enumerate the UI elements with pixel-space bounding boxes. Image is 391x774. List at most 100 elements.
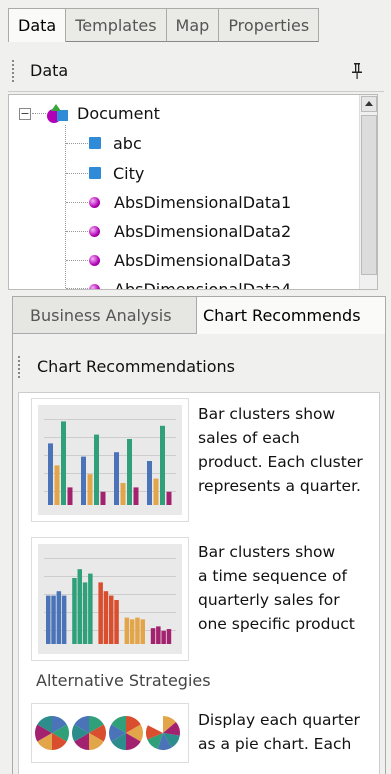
thumb-bar	[54, 465, 60, 505]
desc-line: represents a quarter.	[198, 477, 361, 495]
pin-icon[interactable]	[352, 63, 362, 79]
thumb-bar	[109, 595, 114, 644]
desc-line: sales of each	[198, 429, 300, 447]
data-tree[interactable]: − Document abc City AbsDimensionalData1 …	[8, 94, 378, 290]
measure-ball-icon	[89, 283, 100, 289]
scroll-up-arrow-icon[interactable]	[361, 96, 377, 112]
sequence-bar-thumbnail-icon	[44, 558, 176, 644]
tree-item-label: AbsDimensionalData3	[114, 250, 292, 270]
panel-frame: Data Templates Map Properties Data − Doc…	[0, 0, 391, 774]
thumb-bar	[153, 478, 159, 505]
desc-line: Display each quarter	[198, 711, 360, 729]
thumb-bar	[135, 617, 140, 644]
tab-map[interactable]: Map	[166, 8, 220, 42]
thumb-bar	[133, 487, 139, 505]
thumb-bar	[161, 630, 166, 644]
tree-item[interactable]: AbsDimensionalData1	[89, 188, 291, 216]
measure-ball-icon	[89, 196, 100, 208]
tree-scrollbar[interactable]	[359, 95, 377, 289]
thumb-gridline	[44, 419, 176, 420]
chart-thumbnail-bg	[38, 405, 182, 515]
thumb-bar	[67, 487, 73, 505]
chart-thumbnail-sequence[interactable]	[31, 537, 189, 661]
tree-connector	[65, 125, 66, 289]
thumb-bar	[150, 628, 156, 644]
thumb-bar	[147, 461, 152, 505]
tree-item[interactable]: abc	[89, 129, 142, 157]
collapse-toggle-icon[interactable]: −	[19, 108, 31, 120]
alternative-strategies-label: Alternative Strategies	[36, 671, 211, 690]
bottom-tabbar: Business Analysis Chart Recommends	[12, 296, 386, 334]
top-tabbar: Data Templates Map Properties	[8, 8, 384, 42]
pie-charts-thumbnail-icon	[35, 716, 180, 750]
grip-handle[interactable]	[12, 60, 14, 84]
thumb-bar	[61, 595, 67, 644]
thumb-gridline	[44, 594, 176, 595]
thumb-bar	[124, 617, 130, 644]
tree-connector	[66, 173, 88, 174]
tree-connector	[66, 288, 88, 289]
recommendations-header: Chart Recommendations	[12, 346, 386, 388]
thumb-bar	[129, 619, 135, 644]
grip-handle[interactable]	[18, 356, 20, 380]
thumb-bar	[72, 578, 77, 644]
thumb-bar	[160, 425, 165, 505]
tree-item-document[interactable]: Document	[45, 99, 160, 127]
alternative-description: Display each quarter as a pie chart. Eac…	[198, 708, 360, 756]
desc-line: a time sequence of	[198, 567, 347, 585]
tree-connector	[66, 202, 88, 203]
desc-line: product. Each cluster	[198, 453, 363, 471]
thumb-bar	[61, 421, 66, 505]
tree-item[interactable]: AbsDimensionalData2	[89, 217, 291, 245]
thumb-bar	[98, 582, 103, 644]
tree-item-label: Document	[77, 103, 160, 123]
thumb-gridline	[44, 558, 176, 559]
thumb-bar	[100, 491, 106, 505]
thumb-bar	[81, 456, 86, 505]
data-panel-header: Data	[8, 52, 384, 92]
thumb-gridline	[44, 576, 176, 577]
tree-connector	[66, 231, 88, 232]
tree-item[interactable]: City	[89, 159, 144, 187]
tab-properties[interactable]: Properties	[219, 8, 320, 42]
chart-thumbnail-pies[interactable]	[31, 703, 189, 763]
measure-ball-icon	[89, 225, 100, 237]
chart-thumbnail-bg	[38, 544, 182, 654]
cube-icon	[89, 137, 101, 149]
tree-item-label: AbsDimensionalData1	[114, 192, 292, 212]
thumb-bar	[87, 474, 93, 505]
data-panel-title: Data	[30, 61, 69, 80]
tree-item-label: AbsDimensionalData2	[114, 221, 292, 241]
recommendation-1-description: Bar clusters show sales of each product.…	[198, 402, 363, 498]
thumb-bar	[94, 434, 99, 505]
tree-item[interactable]: AbsDimensionalData4	[89, 275, 291, 289]
document-icon	[45, 101, 71, 125]
thumb-bar	[140, 619, 145, 644]
thumb-bar	[77, 569, 82, 644]
tab-chart-recommends[interactable]: Chart Recommends	[196, 296, 386, 334]
measure-ball-icon	[89, 254, 100, 266]
desc-line: Bar clusters show	[198, 543, 336, 561]
tab-business-analysis[interactable]: Business Analysis	[12, 296, 196, 334]
tab-data[interactable]: Data	[8, 8, 67, 42]
desc-line: quarterly sales for	[198, 591, 340, 609]
cube-icon	[89, 167, 101, 179]
thumb-bar	[156, 626, 161, 644]
thumb-bar	[51, 595, 56, 644]
tree-connector	[66, 260, 88, 261]
thumb-bar	[103, 591, 109, 644]
scroll-thumb[interactable]	[361, 115, 377, 275]
chart-thumbnail-clustered[interactable]	[31, 398, 189, 522]
tree-item-label: City	[113, 163, 145, 183]
tree-connector	[32, 113, 46, 114]
thumb-bar	[48, 443, 53, 505]
desc-line: as a pie chart. Each	[198, 735, 352, 753]
thumb-bar	[166, 491, 172, 505]
tree-item[interactable]: AbsDimensionalData3	[89, 246, 291, 274]
thumb-bar	[82, 582, 88, 644]
thumb-bar	[166, 629, 172, 644]
thumb-bar	[120, 483, 126, 505]
thumb-bar	[127, 439, 132, 505]
clustered-bar-thumbnail-icon	[44, 419, 176, 505]
tab-templates[interactable]: Templates	[66, 8, 167, 42]
